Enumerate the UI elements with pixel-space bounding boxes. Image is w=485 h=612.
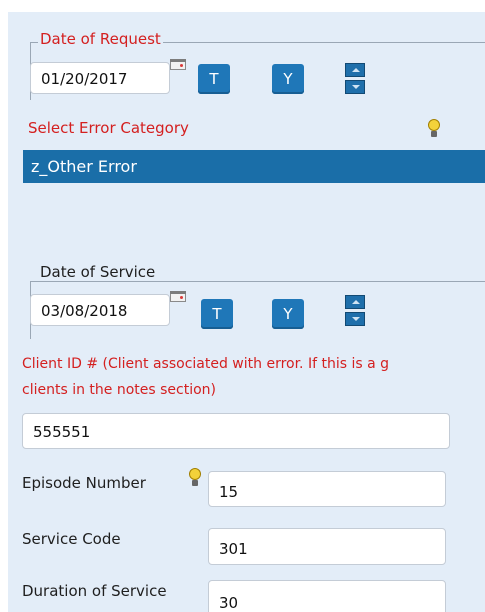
- calendar-icon[interactable]: [170, 59, 186, 70]
- spinner-down-arrow-icon[interactable]: [345, 312, 365, 326]
- date-of-request-legend: Date of Request: [38, 30, 163, 48]
- date-of-service-spinner[interactable]: [345, 295, 365, 327]
- spinner-up-arrow-icon[interactable]: [345, 63, 365, 77]
- calendar-icon[interactable]: [170, 291, 186, 302]
- lightbulb-hint-icon[interactable]: [427, 119, 441, 139]
- date-of-service-legend: Date of Service: [38, 263, 158, 281]
- date-of-request-today-button[interactable]: T: [198, 64, 230, 94]
- date-of-request-input[interactable]: 01/20/2017: [30, 62, 170, 94]
- date-of-request-spinner[interactable]: [345, 63, 365, 95]
- episode-number-input[interactable]: 15: [208, 471, 446, 507]
- date-of-service-yesterday-button[interactable]: Y: [272, 299, 304, 329]
- error-category-label: Select Error Category: [28, 119, 189, 137]
- lightbulb-hint-icon[interactable]: [188, 468, 202, 488]
- client-id-label-line1: Client ID # (Client associated with erro…: [22, 356, 390, 372]
- spinner-up-arrow-icon[interactable]: [345, 295, 365, 309]
- episode-number-label: Episode Number: [22, 474, 146, 492]
- client-id-input[interactable]: 555551: [22, 413, 450, 449]
- error-category-selected-item[interactable]: z_Other Error: [23, 150, 485, 183]
- service-code-label: Service Code: [22, 530, 121, 548]
- date-of-service-today-button[interactable]: T: [201, 299, 233, 329]
- date-of-request-yesterday-button[interactable]: Y: [272, 64, 304, 94]
- client-id-label-line2: clients in the notes section): [22, 382, 217, 398]
- service-group-border-top: [30, 281, 485, 282]
- spinner-down-arrow-icon[interactable]: [345, 80, 365, 94]
- date-of-service-input[interactable]: 03/08/2018: [30, 294, 170, 326]
- service-code-input[interactable]: 301: [208, 528, 446, 565]
- duration-of-service-label: Duration of Service: [22, 582, 167, 600]
- duration-of-service-input[interactable]: 30: [208, 580, 446, 612]
- form-panel: Date of Request 01/20/2017 T Y Select Er…: [8, 12, 485, 612]
